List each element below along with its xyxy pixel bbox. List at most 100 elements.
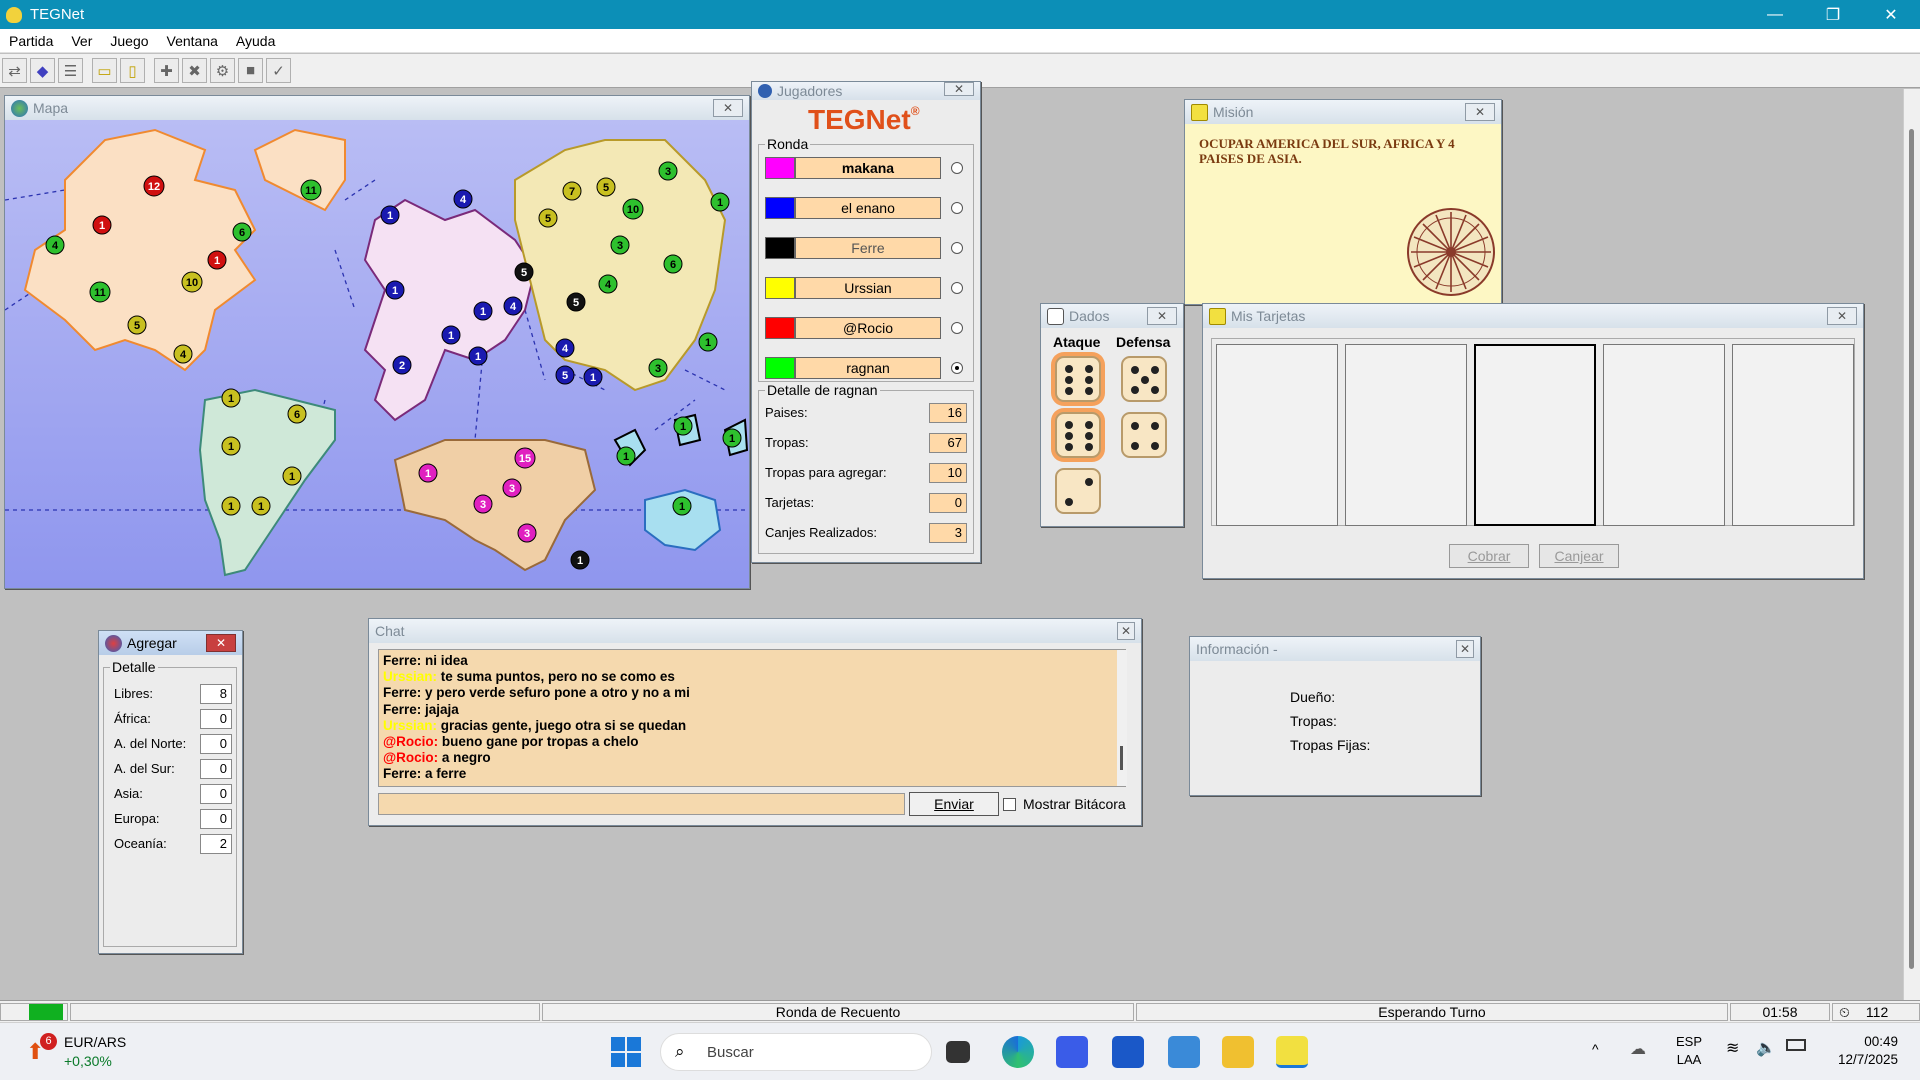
army-marker[interactable]: 3 — [658, 161, 678, 181]
check-icon[interactable]: ✓ — [266, 58, 291, 83]
army-marker[interactable]: 1 — [221, 388, 241, 408]
player-radio[interactable] — [951, 282, 963, 294]
player-radio[interactable] — [951, 242, 963, 254]
army-marker[interactable]: 1 — [385, 280, 405, 300]
mdi-scrollbar[interactable] — [1903, 89, 1920, 1000]
army-marker[interactable]: 1 — [583, 367, 603, 387]
show-log-checkbox[interactable] — [1003, 798, 1016, 811]
server-icon[interactable]: ◆ — [30, 58, 55, 83]
info-close-button[interactable]: ✕ — [1456, 640, 1474, 658]
gear-icon[interactable]: ⚙ — [210, 58, 235, 83]
start-icon[interactable] — [610, 1036, 642, 1068]
tegnet-task-icon[interactable] — [1276, 1036, 1308, 1068]
army-marker[interactable]: 6 — [287, 404, 307, 424]
army-marker[interactable]: 3 — [648, 358, 668, 378]
army-marker[interactable]: 2 — [392, 355, 412, 375]
card-slot[interactable] — [1732, 344, 1854, 526]
map-close-button[interactable]: ✕ — [713, 99, 743, 117]
army-marker[interactable]: 1 — [207, 250, 227, 270]
weather-widget[interactable]: ⬆ 6 EUR/ARS +0,30% — [22, 1031, 142, 1075]
army-marker[interactable]: 12 — [143, 175, 165, 197]
army-marker[interactable]: 4 — [598, 274, 618, 294]
menu-ventana[interactable]: Ventana — [158, 33, 227, 49]
wifi-icon[interactable]: ≋ — [1726, 1038, 1739, 1058]
edge-icon[interactable] — [1002, 1036, 1034, 1068]
army-marker[interactable]: 1 — [570, 550, 590, 570]
chat-scrollbar[interactable] — [1117, 650, 1127, 786]
chat-log[interactable]: Ferre: ni idea Urssian: te suma puntos, p… — [378, 649, 1126, 787]
menu-ayuda[interactable]: Ayuda — [227, 33, 284, 49]
army-marker[interactable]: 1 — [673, 416, 693, 436]
army-marker[interactable]: 4 — [503, 296, 523, 316]
search-box[interactable]: ⌕ Buscar — [660, 1033, 932, 1071]
army-marker[interactable]: 1 — [710, 192, 730, 212]
army-marker[interactable]: 15 — [514, 447, 536, 469]
volume-icon[interactable]: 🔈 — [1756, 1038, 1776, 1058]
mission-icon[interactable]: ▯ — [120, 58, 145, 83]
card-slot[interactable] — [1345, 344, 1467, 526]
army-marker[interactable]: 1 — [473, 301, 493, 321]
army-marker[interactable]: 1 — [418, 463, 438, 483]
cancel-icon[interactable]: ✖ — [182, 58, 207, 83]
army-marker[interactable]: 3 — [473, 494, 493, 514]
army-marker[interactable]: 3 — [610, 235, 630, 255]
minimize-button[interactable]: — — [1746, 0, 1804, 29]
list-icon[interactable]: ☰ — [58, 58, 83, 83]
army-marker[interactable]: 3 — [517, 523, 537, 543]
player-radio[interactable] — [951, 362, 963, 374]
army-marker[interactable]: 11 — [89, 281, 111, 303]
teams-icon[interactable] — [1056, 1036, 1088, 1068]
chat-close-button[interactable]: ✕ — [1117, 622, 1135, 640]
world-map[interactable]: 12 1 1 4 6 11 11 10 5 4 1 6 1 1 1 1 1 4 … — [5, 120, 749, 588]
card-icon[interactable]: ▭ — [92, 58, 117, 83]
chat-input[interactable] — [378, 793, 905, 815]
canjear-button[interactable]: Canjear — [1539, 544, 1619, 568]
army-marker[interactable]: 6 — [663, 254, 683, 274]
army-marker[interactable]: 4 — [555, 338, 575, 358]
stop-icon[interactable]: ■ — [238, 58, 263, 83]
army-marker[interactable]: 11 — [300, 179, 322, 201]
player-row[interactable]: ragnan — [765, 357, 969, 379]
army-marker[interactable]: 5 — [538, 208, 558, 228]
army-marker[interactable]: 10 — [622, 198, 644, 220]
army-marker[interactable]: 1 — [698, 332, 718, 352]
army-marker[interactable]: 1 — [221, 496, 241, 516]
menu-partida[interactable]: Partida — [0, 33, 62, 49]
player-row[interactable]: el enano — [765, 197, 969, 219]
mission-close-button[interactable]: ✕ — [1465, 103, 1495, 121]
card-slot[interactable] — [1474, 344, 1596, 526]
menu-ver[interactable]: Ver — [62, 33, 101, 49]
army-marker[interactable]: 4 — [173, 344, 193, 364]
store-icon[interactable] — [1112, 1036, 1144, 1068]
player-row[interactable]: makana — [765, 157, 969, 179]
army-marker[interactable]: 1 — [441, 325, 461, 345]
connect-icon[interactable]: ⇄ — [2, 58, 27, 83]
army-marker[interactable]: 1 — [672, 496, 692, 516]
army-marker[interactable]: 5 — [596, 177, 616, 197]
player-radio[interactable] — [951, 162, 963, 174]
task-view-icon[interactable] — [946, 1041, 970, 1063]
army-marker[interactable]: 7 — [562, 181, 582, 201]
army-marker[interactable]: 5 — [555, 365, 575, 385]
army-marker[interactable]: 6 — [232, 222, 252, 242]
army-marker[interactable]: 1 — [380, 205, 400, 225]
army-marker[interactable]: 4 — [453, 189, 473, 209]
cards-close-button[interactable]: ✕ — [1827, 307, 1857, 325]
tray-network-error-icon[interactable]: ☁ — [1630, 1039, 1646, 1059]
send-button[interactable]: Enviar — [909, 792, 999, 816]
army-marker[interactable]: 1 — [251, 496, 271, 516]
army-marker[interactable]: 1 — [616, 446, 636, 466]
player-radio[interactable] — [951, 202, 963, 214]
battery-icon[interactable] — [1786, 1039, 1806, 1051]
army-marker[interactable]: 1 — [468, 346, 488, 366]
army-marker[interactable]: 10 — [181, 271, 203, 293]
army-marker[interactable]: 3 — [502, 478, 522, 498]
army-marker[interactable]: 1 — [282, 466, 302, 486]
file-explorer-icon[interactable] — [1222, 1036, 1254, 1068]
players-close-button[interactable]: ✕ — [944, 82, 974, 96]
player-row[interactable]: Ferre — [765, 237, 969, 259]
control-panel-icon[interactable] — [1168, 1036, 1200, 1068]
language-indicator[interactable]: ESP LAA — [1676, 1033, 1702, 1069]
army-marker[interactable]: 1 — [92, 215, 112, 235]
army-marker[interactable]: 1 — [722, 428, 742, 448]
